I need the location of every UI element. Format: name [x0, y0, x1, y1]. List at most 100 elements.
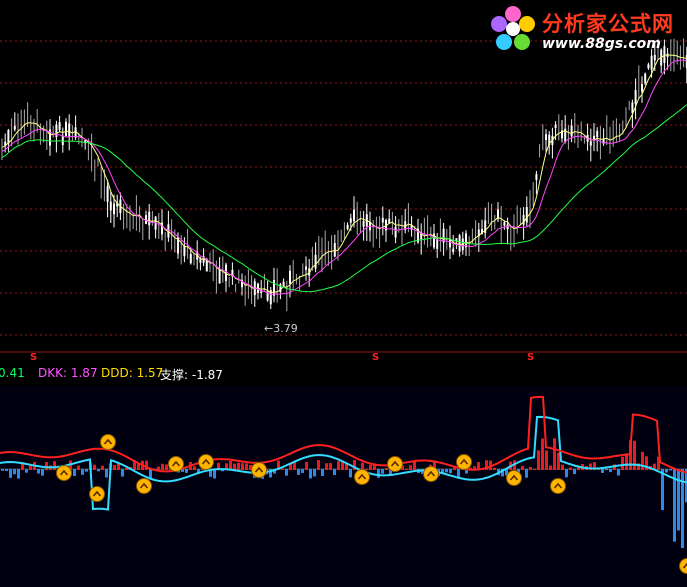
indicator-bar — [193, 466, 196, 470]
buy-marker-icon — [168, 456, 184, 472]
low-price-value: 3.79 — [273, 322, 298, 335]
indicator-bar — [573, 469, 576, 475]
indicator-support-label: 支撑: — [160, 368, 189, 382]
ma-short-line — [1, 54, 687, 294]
candle-body — [148, 211, 151, 226]
signal-marker: S — [372, 352, 380, 363]
indicator-bar — [113, 465, 116, 470]
indicator-bar — [405, 468, 408, 470]
candle-body — [109, 201, 112, 211]
indicator-bar — [561, 464, 564, 470]
indicator-bar — [321, 469, 324, 477]
indicator-bar — [13, 469, 16, 475]
indicator-bar — [569, 467, 572, 470]
stock-chart[interactable] — [0, 0, 687, 587]
indicator-bar — [385, 468, 388, 470]
indicator-bar — [297, 469, 300, 475]
indicator-bar — [105, 469, 108, 478]
indicator-bar — [377, 469, 380, 478]
candle-body — [554, 124, 557, 129]
indicator-bar — [77, 465, 80, 470]
candle-body — [61, 135, 64, 146]
buy-marker-icon — [423, 466, 439, 482]
indicator-bar — [85, 469, 88, 472]
indicator-bar — [617, 469, 620, 476]
candle-body — [58, 121, 61, 131]
candle-body — [282, 281, 285, 287]
flower-logo-icon — [491, 6, 535, 50]
indicator-bar — [101, 465, 104, 470]
indicator-bar — [621, 456, 624, 470]
indicator-bar — [37, 469, 40, 474]
candle-body — [349, 218, 352, 223]
indicator-dkk: DKK: 1.87 — [38, 366, 98, 380]
low-price-label: ←3.79 — [264, 322, 298, 335]
candle-body — [589, 141, 592, 146]
indicator-bar — [449, 469, 452, 474]
candle-body — [65, 121, 67, 137]
signal-marker: S — [30, 352, 38, 363]
indicator-bar — [361, 462, 364, 470]
indicator-bar — [545, 450, 548, 470]
indicator-bar — [25, 469, 28, 473]
indicator-panel[interactable] — [0, 386, 687, 587]
buy-marker-icon — [56, 465, 72, 481]
candle-body — [314, 254, 317, 269]
indicator-bar — [525, 469, 528, 478]
indicator-bar — [157, 466, 160, 470]
indicator-ddd: DDD: 1.57 — [101, 366, 163, 380]
indicator-bar — [185, 469, 188, 473]
indicator-bar — [641, 451, 644, 470]
candle-body — [641, 84, 643, 92]
candle-body — [631, 102, 634, 113]
buy-marker-icon — [198, 454, 214, 470]
indicator-bar — [565, 469, 568, 478]
candle-body — [381, 217, 384, 223]
candle-body — [353, 209, 355, 222]
indicator-bar — [329, 463, 332, 470]
candle-body — [113, 203, 115, 215]
buy-marker-icon — [354, 469, 370, 485]
indicator-bar — [53, 461, 56, 470]
indicator-bar — [313, 469, 316, 477]
candle-body — [535, 174, 538, 180]
indicator-bar — [601, 469, 604, 473]
indicator-bar — [493, 467, 496, 470]
indicator-bar — [305, 461, 308, 470]
candle-body — [333, 243, 336, 257]
indicator-bar — [349, 469, 352, 478]
buy-marker-icon — [456, 454, 472, 470]
watermark-title: 分析家公式网 — [542, 12, 674, 36]
indicator-d-value: 0.41 — [0, 366, 25, 380]
indicator-bar — [445, 469, 448, 473]
indicator-bar — [557, 452, 560, 470]
candle-body — [183, 245, 186, 257]
candle-body — [199, 258, 202, 263]
candle-body — [503, 222, 506, 226]
indicator-bar — [237, 462, 240, 470]
indicator-bar — [413, 461, 416, 470]
indicator-bar — [333, 469, 336, 476]
indicator-bar — [17, 469, 20, 479]
indicator-bar — [161, 463, 164, 470]
indicator-bar — [381, 469, 384, 474]
indicator-support-value: -1.87 — [191, 368, 223, 382]
indicator-bar — [5, 469, 8, 471]
buy-marker-icon — [89, 486, 105, 502]
indicator-bar — [661, 469, 664, 511]
candle-body — [647, 64, 650, 69]
indicator-bar — [549, 465, 552, 470]
indicator-bar — [345, 464, 348, 470]
indicator-bar — [337, 461, 340, 470]
indicator-bar — [537, 450, 540, 470]
indicator-bar — [45, 461, 48, 470]
indicator-bar — [121, 469, 124, 477]
indicator-bar — [41, 469, 44, 476]
indicator-bar — [409, 465, 412, 470]
indicator-bar — [369, 464, 372, 470]
candle-body — [634, 90, 637, 104]
indicator-bar — [677, 469, 680, 531]
candle-body — [305, 266, 307, 270]
indicator-bar — [285, 469, 288, 476]
indicator-bar — [97, 469, 100, 472]
